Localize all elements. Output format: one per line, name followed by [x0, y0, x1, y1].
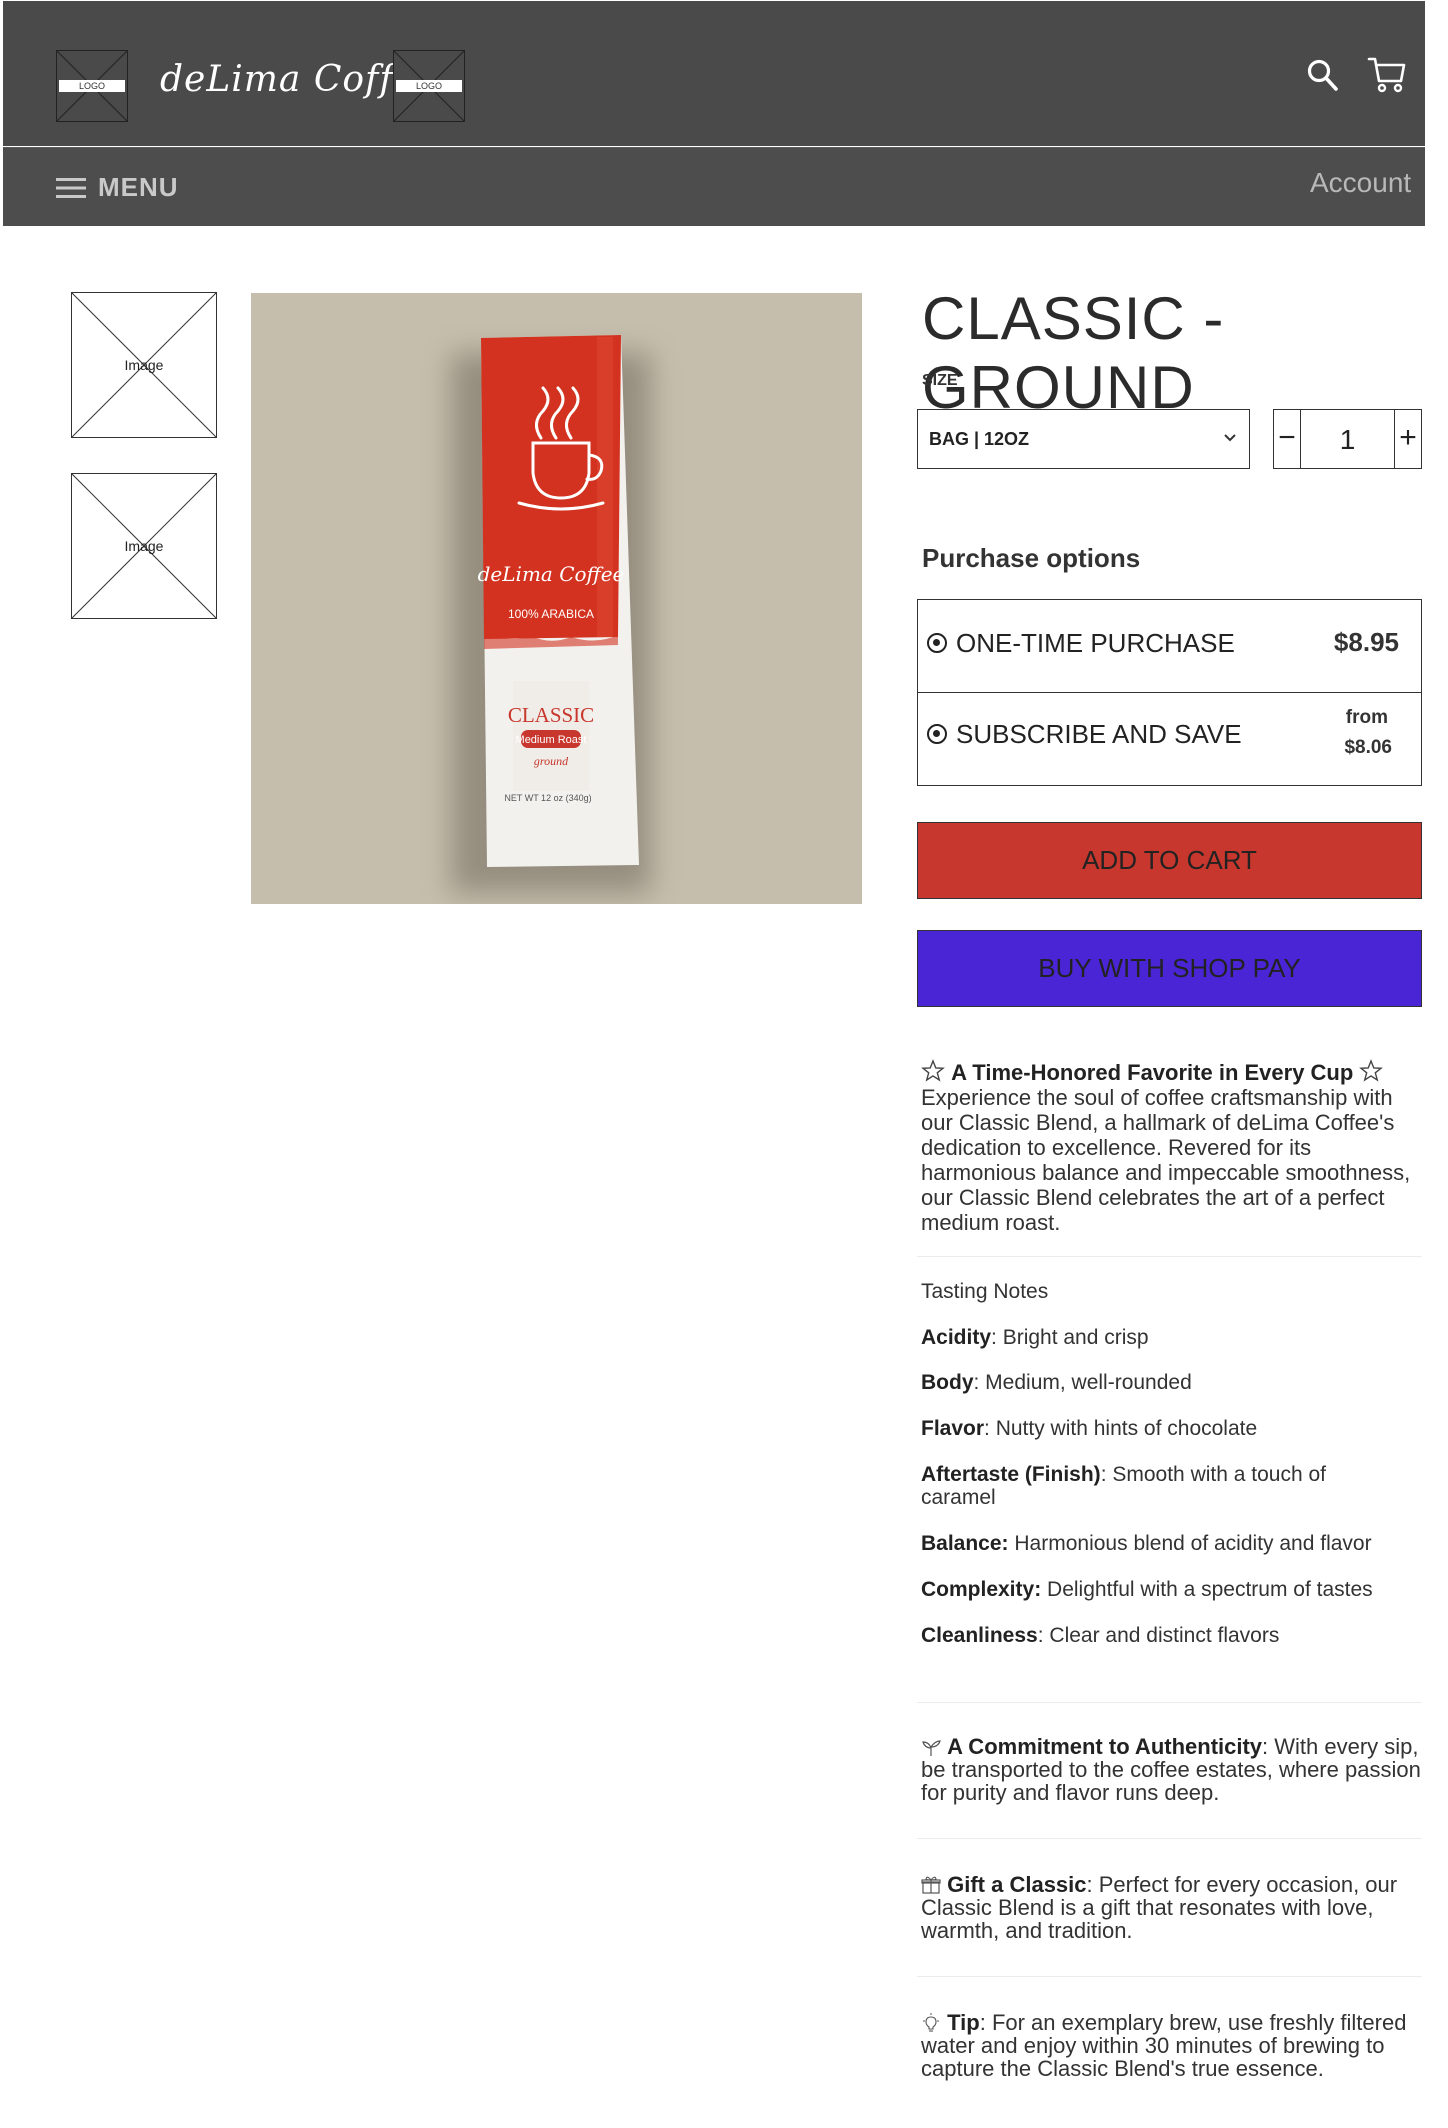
- star-icon: [921, 1059, 945, 1082]
- gift-icon: [921, 1876, 941, 1894]
- purchase-options: ONE-TIME PURCHASE $8.95 SUBSCRIBE AND SA…: [917, 599, 1422, 786]
- note-separator: :: [1037, 1624, 1050, 1647]
- note-term: Flavor: [921, 1417, 985, 1440]
- bag-name: CLASSIC: [508, 703, 594, 727]
- one-time-purchase-option[interactable]: ONE-TIME PURCHASE $8.95: [918, 600, 1421, 693]
- divider: [917, 1702, 1422, 1703]
- subscribe-from-label: from: [1345, 707, 1388, 728]
- quantity-decrease-button[interactable]: −: [1274, 410, 1301, 468]
- thumbnail-1[interactable]: Image: [71, 292, 217, 438]
- subscribe-and-save-option[interactable]: SUBSCRIBE AND SAVE from $8.06: [918, 693, 1421, 785]
- site-header: LOGO deLima Coffee LOGO: [3, 1, 1425, 146]
- tasting-note-complexity: Complexity: Delightful with a spectrum o…: [921, 1578, 1421, 1602]
- divider: [917, 1838, 1422, 1839]
- note-value: Clear and distinct flavors: [1049, 1624, 1280, 1647]
- note-value: Bright and crisp: [1002, 1326, 1149, 1349]
- note-separator: :: [1100, 1463, 1113, 1486]
- tip-note: Tip: For an exemplary brew, use freshly …: [921, 2011, 1421, 2080]
- bag-brand: deLima Coffee: [478, 562, 625, 586]
- note-term: Acidity: [921, 1326, 992, 1349]
- subscribe-and-save-label: SUBSCRIBE AND SAVE: [956, 719, 1242, 749]
- radio-icon[interactable]: [927, 633, 947, 653]
- search-icon[interactable]: [1306, 58, 1338, 92]
- tip-term: Tip: [947, 2010, 980, 2035]
- logo-left[interactable]: LOGO: [56, 50, 128, 122]
- logo-right[interactable]: LOGO: [393, 50, 465, 122]
- tasting-note-flavor: Flavor: Nutty with hints of chocolate: [921, 1417, 1421, 1441]
- menu-label: MENU: [98, 172, 179, 202]
- tasting-note-balance: Balance: Harmonious blend of acidity and…: [921, 1532, 1421, 1556]
- tasting-note-aftertaste: Aftertaste (Finish): Smooth with a touch…: [921, 1463, 1361, 1509]
- quantity-value[interactable]: 1: [1301, 424, 1394, 456]
- note-value: Nutty with hints of chocolate: [995, 1417, 1258, 1440]
- tip-text: : For an exemplary brew, use freshly fil…: [921, 2010, 1407, 2081]
- note-separator: :: [984, 1417, 996, 1440]
- thumbnail-label: Image: [124, 357, 164, 373]
- star-icon: [1359, 1059, 1384, 1082]
- note-term: Balance:: [921, 1532, 1009, 1555]
- bag-origin: 100% ARABICA: [508, 607, 594, 621]
- add-to-cart-button[interactable]: ADD TO CART: [917, 822, 1422, 899]
- radio-icon[interactable]: [927, 724, 947, 744]
- authenticity-term: A Commitment to Authenticity: [947, 1734, 1263, 1759]
- logo-left-label: LOGO: [59, 80, 125, 92]
- bag-roast: Medium Roast: [516, 734, 587, 746]
- size-label: SIZE: [922, 372, 958, 389]
- subscribe-price: $8.06: [1344, 737, 1392, 758]
- tasting-note-cleanliness: Cleanliness: Clear and distinct flavors: [921, 1624, 1421, 1648]
- buy-with-shop-pay-button[interactable]: BUY WITH SHOP PAY: [917, 930, 1422, 1007]
- menu-button[interactable]: MENU: [56, 172, 179, 203]
- hamburger-icon: [56, 177, 86, 198]
- cart-icon[interactable]: [1367, 55, 1407, 95]
- divider: [917, 1976, 1422, 1977]
- logo-right-label: LOGO: [396, 80, 462, 92]
- coffee-bag-image: deLima Coffee 100% ARABICA CLASSIC Mediu…: [451, 335, 651, 893]
- size-select[interactable]: BAG | 12OZ: [917, 409, 1250, 469]
- authenticity-note: A Commitment to Authenticity: With every…: [921, 1735, 1421, 1804]
- quantity-stepper[interactable]: − 1 +: [1273, 409, 1422, 469]
- thumbnail-label: Image: [124, 538, 164, 554]
- size-select-value: BAG | 12OZ: [929, 429, 1030, 449]
- quantity-increase-button[interactable]: +: [1394, 410, 1421, 468]
- product-title: CLASSIC - GROUND: [922, 285, 1225, 421]
- product-image[interactable]: deLima Coffee 100% ARABICA CLASSIC Mediu…: [251, 293, 862, 904]
- bag-grind: ground: [534, 754, 569, 768]
- note-value: Delightful with a spectrum of tastes: [1047, 1578, 1373, 1601]
- divider: [917, 1256, 1422, 1257]
- intro-text: Experience the soul of coffee craftsmans…: [921, 1085, 1411, 1235]
- purchase-options-heading: Purchase options: [922, 543, 1141, 573]
- bag-weight: NET WT 12 oz (340g): [504, 793, 591, 803]
- note-term: Cleanliness: [921, 1624, 1038, 1647]
- chevron-down-icon: [1224, 434, 1236, 442]
- one-time-purchase-price: $8.95: [1333, 627, 1399, 657]
- note-separator: :: [973, 1371, 986, 1394]
- note-value: Medium, well-rounded: [985, 1371, 1192, 1394]
- gift-term: Gift a Classic: [947, 1872, 1087, 1897]
- note-term: Aftertaste (Finish): [921, 1463, 1101, 1486]
- lightbulb-icon: [923, 2013, 939, 2032]
- product-intro: A Time-Honored Favorite in Every Cup Exp…: [921, 1059, 1421, 1235]
- tasting-note-acidity: Acidity: Bright and crisp: [921, 1326, 1421, 1350]
- tasting-note-body: Body: Medium, well-rounded: [921, 1371, 1421, 1395]
- sprout-icon: [922, 1740, 941, 1756]
- thumbnail-2[interactable]: Image: [71, 473, 217, 619]
- note-value: Harmonious blend of acidity and flavor: [1014, 1532, 1372, 1555]
- nav-bar: [3, 147, 1425, 226]
- note-term: Complexity:: [921, 1578, 1042, 1601]
- intro-headline: A Time-Honored Favorite in Every Cup: [951, 1060, 1354, 1085]
- one-time-purchase-label: ONE-TIME PURCHASE: [956, 628, 1235, 658]
- note-separator: :: [991, 1326, 1003, 1349]
- tasting-notes-heading: Tasting Notes: [921, 1280, 1049, 1303]
- account-link[interactable]: Account: [1310, 167, 1411, 199]
- note-term: Body: [921, 1371, 974, 1394]
- gift-note: Gift a Classic: Perfect for every occasi…: [921, 1873, 1421, 1942]
